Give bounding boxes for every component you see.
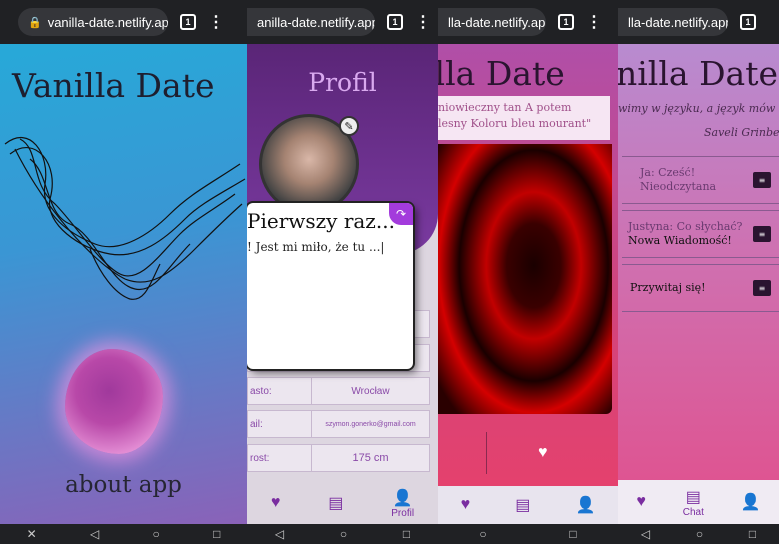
menu-kebab-icon[interactable]: ⋮	[415, 12, 431, 32]
recents-nav-icon[interactable]: □	[569, 527, 576, 541]
chat-content: nilla Date wimy w języku, a język mów Sa…	[618, 44, 779, 524]
tab-count-button[interactable]: 1	[180, 14, 196, 30]
url-field[interactable]: lla-date.netlify.app/	[618, 8, 728, 36]
person-tab-icon[interactable]: 👤	[575, 495, 595, 515]
android-nav: ✕ ◁ ○ □	[0, 524, 247, 544]
home-nav-icon[interactable]: ○	[479, 527, 486, 541]
lock-icon: 🔒	[28, 16, 42, 29]
app-title: nilla Date	[618, 54, 779, 93]
browser-bar: 🔒 vanilla-date.netlify.app 1 ⋮	[0, 0, 247, 44]
browser-bar: lla-date.netlify.app/ 1	[618, 0, 779, 44]
gradient-blob[interactable]	[65, 349, 163, 454]
back-nav-icon[interactable]: ◁	[641, 527, 650, 541]
recents-nav-icon[interactable]: □	[213, 527, 220, 541]
url-field[interactable]: anilla-date.netlify.app/	[247, 8, 375, 36]
back-nav-icon[interactable]: ◁	[90, 527, 99, 541]
bottom-tabbar: ♥ ▤ 👤 Profil	[247, 482, 438, 524]
heart-tab-icon[interactable]: ♥	[271, 494, 281, 512]
message-icon: ≡	[753, 226, 771, 242]
profile-quote: niowieczny tan A potem lesny Koloru bleu…	[438, 96, 610, 140]
menu-kebab-icon[interactable]: ⋮	[586, 12, 602, 32]
heart-tab-icon[interactable]: ♥	[461, 496, 471, 514]
modal-body: ! Jest mi miło, że tu ...|	[247, 240, 385, 254]
person-tab-icon[interactable]: 👤	[741, 492, 761, 512]
recents-nav-icon[interactable]: □	[403, 527, 410, 541]
welcome-modal: Pierwszy raz... ! Jest mi miło, że tu ..…	[247, 203, 413, 369]
line-art-drawing	[4, 137, 246, 300]
message-icon: ≡	[753, 172, 771, 188]
browser-bar: anilla-date.netlify.app/ 1 ⋮	[247, 0, 438, 44]
app-title: illa Date	[438, 54, 565, 93]
message-icon: ≡	[753, 280, 771, 296]
bottom-tabbar: ♥ ▤ 👤	[438, 486, 618, 524]
about-app-link[interactable]: about app	[0, 472, 247, 498]
close-nav-icon[interactable]: ✕	[27, 527, 37, 541]
quote-text: wimy w języku, a język mów	[618, 102, 776, 115]
profile-photo	[438, 144, 612, 414]
profile-row-email[interactable]: ail: szymon.gonerko@gmail.com	[247, 410, 430, 438]
bottom-tabbar: ♥ ▤ Chat 👤	[618, 480, 779, 524]
tab-profil[interactable]: 👤 Profil	[391, 488, 414, 519]
match-actions: ♥	[438, 414, 618, 484]
chat-screen: lla-date.netlify.app/ 1 nilla Date wimy …	[618, 0, 779, 544]
android-nav: ◁ ○ □	[247, 524, 438, 544]
chat-tab-icon[interactable]: ▤	[515, 495, 530, 515]
match-screen: lla-date.netlify.app/ 1 ⋮ illa Date niow…	[438, 0, 618, 544]
like-heart-icon[interactable]: ♥	[538, 444, 548, 462]
match-content: illa Date niowieczny tan A potem lesny K…	[438, 44, 618, 524]
menu-kebab-icon[interactable]: ⋮	[208, 12, 224, 32]
recents-nav-icon[interactable]: □	[749, 527, 756, 541]
action-divider	[486, 432, 487, 474]
page-title: Profil	[308, 68, 377, 97]
url-field[interactable]: lla-date.netlify.app/	[438, 8, 546, 36]
tab-count-button[interactable]: 1	[387, 14, 403, 30]
home-nav-icon[interactable]: ○	[696, 527, 703, 541]
tab-chat[interactable]: ▤ Chat	[683, 487, 704, 518]
landing-content: Vanilla Date about app	[0, 44, 247, 524]
heart-tab-icon[interactable]: ♥	[636, 493, 646, 511]
profile-row-height[interactable]: rost: 175 cm	[247, 444, 430, 472]
profile-row-city[interactable]: asto: Wrocław	[247, 377, 430, 405]
android-nav: ○ □	[438, 524, 618, 544]
chat-icon: ▤	[685, 488, 701, 506]
chat-tab-icon[interactable]: ▤	[328, 493, 343, 513]
edit-pencil-icon[interactable]: ✎	[339, 116, 359, 136]
tab-count-button[interactable]: 1	[740, 14, 756, 30]
landing-screen: 🔒 vanilla-date.netlify.app 1 ⋮ Vanilla D…	[0, 0, 247, 544]
home-nav-icon[interactable]: ○	[340, 527, 347, 541]
tab-count-button[interactable]: 1	[558, 14, 574, 30]
browser-bar: lla-date.netlify.app/ 1 ⋮	[438, 0, 618, 44]
chat-item[interactable]: Justyna: Co słychać? Nowa Wiadomość! ≡	[622, 210, 779, 258]
home-nav-icon[interactable]: ○	[153, 527, 160, 541]
profile-screen: anilla-date.netlify.app/ 1 ⋮ Profil ✎ as…	[247, 0, 438, 544]
modal-title: Pierwszy raz...	[247, 209, 395, 233]
chat-item[interactable]: Przywitaj się! ≡	[622, 264, 779, 312]
back-nav-icon[interactable]: ◁	[275, 527, 284, 541]
modal-refresh-icon[interactable]: ↷	[389, 203, 413, 225]
person-icon: 👤	[392, 489, 413, 507]
app-title: Vanilla Date	[12, 66, 215, 105]
quote-author: Saveli Grinbe	[704, 126, 779, 139]
android-nav: ◁ ○ □	[618, 524, 779, 544]
chat-item[interactable]: Ja: Cześć! Nieodczytana ≡	[622, 156, 779, 204]
url-field[interactable]: 🔒 vanilla-date.netlify.app	[18, 8, 168, 36]
